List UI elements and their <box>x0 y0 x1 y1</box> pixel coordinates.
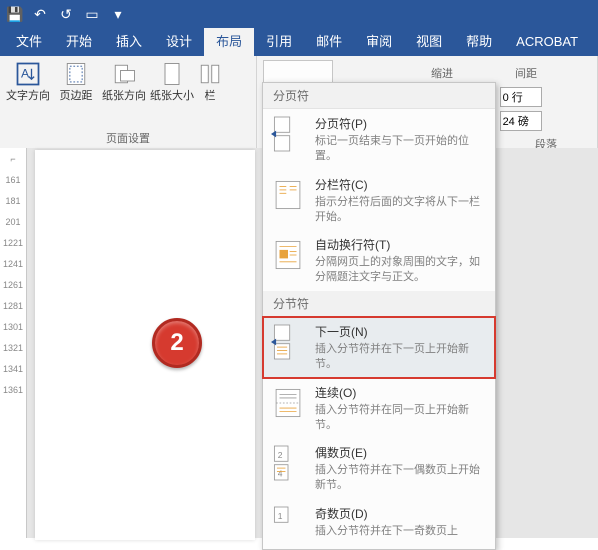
tab-review[interactable]: 审阅 <box>354 28 404 56</box>
margins-button[interactable]: 页边距 <box>54 60 98 103</box>
menu-item-title: 分页符(P) <box>315 115 487 132</box>
save-icon[interactable]: 💾 <box>6 6 22 23</box>
redo-icon[interactable]: ↺ <box>58 6 74 23</box>
next-page-icon <box>271 323 305 361</box>
tab-acrobat[interactable]: ACROBAT <box>504 28 590 56</box>
menu-item-title: 偶数页(E) <box>315 444 487 461</box>
tab-layout[interactable]: 布局 <box>204 28 254 56</box>
indent-label: 缩进 <box>431 62 453 84</box>
tab-insert[interactable]: 插入 <box>104 28 154 56</box>
menu-item-odd-page[interactable]: 1 奇数页(D) 插入分节符并在下一奇数页上 <box>263 499 495 549</box>
menu-item-next-page[interactable]: 下一页(N) 插入分节符并在下一页上开始新节。 <box>263 317 495 378</box>
quick-access-toolbar: 💾 ↶ ↺ ▭ ▾ <box>0 0 598 28</box>
tab-design[interactable]: 设计 <box>154 28 204 56</box>
columns-button[interactable]: 栏 <box>198 60 222 103</box>
menu-section-section-breaks: 分节符 <box>263 291 495 317</box>
orientation-button[interactable]: 纸张方向 <box>102 60 146 103</box>
tab-help[interactable]: 帮助 <box>454 28 504 56</box>
menu-item-text-wrapping[interactable]: 自动换行符(T) 分隔网页上的对象周围的文字，如分隔题注文字与正文。 <box>263 230 495 291</box>
menu-item-page-break[interactable]: 分页符(P) 标记一页结束与下一页开始的位置。 <box>263 109 495 170</box>
tab-file[interactable]: 文件 <box>4 28 54 56</box>
svg-text:1: 1 <box>278 511 283 521</box>
callout-badge: 2 <box>152 318 202 368</box>
odd-page-icon: 1 <box>271 505 305 543</box>
menu-section-page-breaks: 分页符 <box>263 83 495 109</box>
qat-more-icon[interactable]: ▾ <box>110 6 126 23</box>
tab-view[interactable]: 视图 <box>404 28 454 56</box>
ribbon-tabs: 文件 开始 插入 设计 布局 引用 邮件 审阅 视图 帮助 ACROBAT <box>0 28 598 56</box>
margins-icon <box>62 60 90 88</box>
page-break-icon <box>271 115 305 153</box>
orientation-icon <box>110 60 138 88</box>
vertical-ruler: ⌐ 161 181 201 1221 1241 1261 1281 1301 1… <box>0 148 27 538</box>
tab-home[interactable]: 开始 <box>54 28 104 56</box>
menu-item-column-break[interactable]: 分栏符(C) 指示分栏符后面的文字将从下一栏开始。 <box>263 170 495 231</box>
document-page[interactable] <box>35 150 255 540</box>
undo-icon[interactable]: ↶ <box>32 6 48 23</box>
spacing-label: 间距 <box>461 62 591 84</box>
menu-item-title: 分栏符(C) <box>315 176 487 193</box>
even-page-icon: 24 <box>271 444 305 482</box>
breaks-menu: 分页符 分页符(P) 标记一页结束与下一页开始的位置。 分栏符(C) 指示分栏符… <box>262 82 496 550</box>
menu-item-title: 自动换行符(T) <box>315 236 487 253</box>
tab-mailings[interactable]: 邮件 <box>304 28 354 56</box>
spacing-before-input[interactable] <box>500 87 542 107</box>
group-label-page-setup: 页面设置 <box>0 130 256 148</box>
column-break-icon <box>271 176 305 214</box>
svg-text:4: 4 <box>278 469 283 479</box>
text-direction-button[interactable]: A 文字方向 <box>6 60 50 103</box>
size-button[interactable]: 纸张大小 <box>150 60 194 103</box>
menu-item-desc: 插入分节符并在下一奇数页上 <box>315 524 487 539</box>
menu-item-title: 奇数页(D) <box>315 505 487 522</box>
menu-item-even-page[interactable]: 24 偶数页(E) 插入分节符并在下一偶数页上开始新节。 <box>263 438 495 499</box>
menu-item-desc: 指示分栏符后面的文字将从下一栏开始。 <box>315 195 487 225</box>
menu-item-continuous[interactable]: 连续(O) 插入分节符并在同一页上开始新节。 <box>263 378 495 439</box>
tab-references[interactable]: 引用 <box>254 28 304 56</box>
spacing-after-input[interactable] <box>500 111 542 131</box>
svg-text:2: 2 <box>278 450 283 460</box>
menu-item-desc: 插入分节符并在同一页上开始新节。 <box>315 403 487 433</box>
menu-item-title: 连续(O) <box>315 384 487 401</box>
menu-item-desc: 插入分节符并在下一偶数页上开始新节。 <box>315 463 487 493</box>
menu-item-title: 下一页(N) <box>315 323 487 340</box>
size-icon <box>158 60 186 88</box>
menu-item-desc: 插入分节符并在下一页上开始新节。 <box>315 342 487 372</box>
menu-item-desc: 标记一页结束与下一页开始的位置。 <box>315 134 487 164</box>
text-direction-icon: A <box>14 60 42 88</box>
columns-icon <box>196 60 224 88</box>
continuous-icon <box>271 384 305 422</box>
text-wrap-icon <box>271 236 305 274</box>
menu-item-desc: 分隔网页上的对象周围的文字，如分隔题注文字与正文。 <box>315 255 487 285</box>
touch-mode-icon[interactable]: ▭ <box>84 6 100 23</box>
svg-text:A: A <box>21 67 30 81</box>
